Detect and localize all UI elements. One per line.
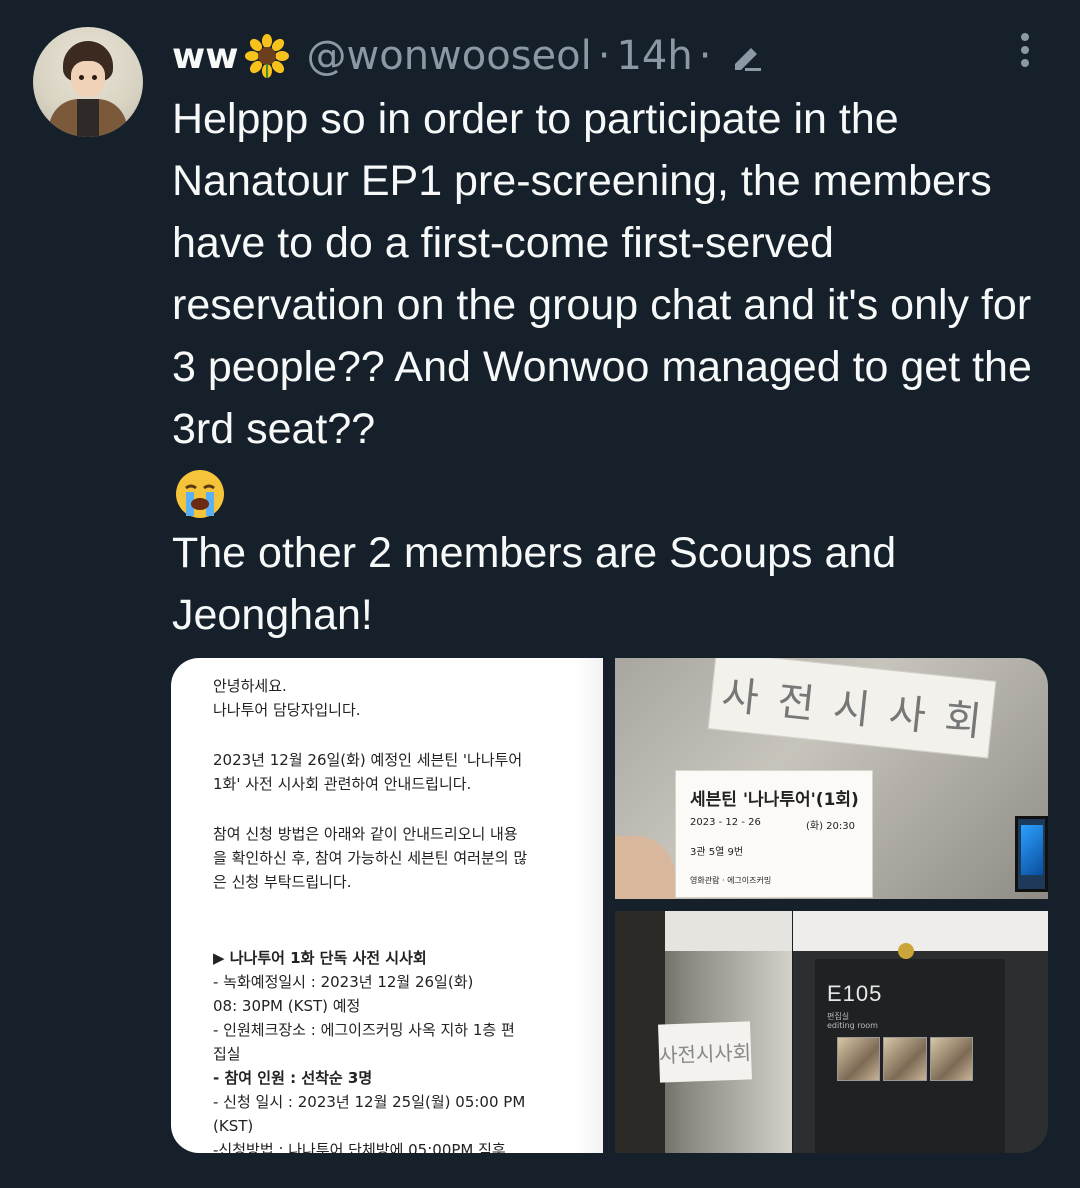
doc-section-title: ▶ 나나투어 1화 단독 사전 시사회 xyxy=(213,949,427,967)
media-grid[interactable]: 안녕하세요. 나나투어 담당자입니다. 2023년 12월 26일(화) 예정인… xyxy=(171,658,1048,1153)
doc-line: - 녹화예정일시 : 2023년 12월 26일(화) xyxy=(213,973,474,991)
tweet-text: Helppp so in order to participate in the… xyxy=(172,88,1052,646)
photo-hallway-sign[interactable]: 사 전 시 사 회 xyxy=(615,911,792,1153)
more-options-icon[interactable] xyxy=(1010,30,1040,70)
sign-char: 사 xyxy=(658,1042,678,1068)
doc-line: -신청방법 : 나나투어 단체방에 05:00PM 직후 xyxy=(213,1141,506,1153)
avatar-face xyxy=(71,61,105,97)
avatar[interactable] xyxy=(33,27,143,137)
doc-line: 1화' 사전 시사회 관련하여 안내드립니다. xyxy=(213,775,472,793)
finger xyxy=(615,836,675,899)
doc-line: 안녕하세요. xyxy=(213,677,287,695)
sign-char: 전 xyxy=(677,1041,697,1067)
sticker xyxy=(883,1037,927,1081)
doc-line: - 신청 일시 : 2023년 12월 25일(월) 05:00 PM xyxy=(213,1093,526,1111)
ceiling xyxy=(665,911,792,951)
tweet-text-paragraph: Helppp so in order to participate in the… xyxy=(172,95,1032,453)
sign-char: 사 xyxy=(886,690,928,740)
display-name[interactable]: ww xyxy=(172,36,239,77)
card-title: 세븐틴 '나나투어'(1회) xyxy=(690,790,859,810)
card-time: (화) 20:30 xyxy=(806,821,855,832)
document-text: 안녕하세요. 나나투어 담당자입니다. 2023년 12월 26일(화) 예정인… xyxy=(213,674,573,1153)
photo-ticket-card[interactable]: 사 전 시 사 회 세븐틴 '나나투어'(1회) 2023 - 12 - 26 … xyxy=(615,658,1048,899)
tweet-emoji-line xyxy=(172,460,1052,522)
avatar-eye xyxy=(79,75,84,80)
room-label-en: editing room xyxy=(827,1021,878,1030)
doc-line: - 참여 인원 : 선착순 3명 xyxy=(213,1069,373,1087)
sign-char: 전 xyxy=(775,678,817,728)
doc-line: 참여 신청 방법은 아래와 같이 안내드리오니 내용 xyxy=(213,825,518,843)
doc-line: 2023년 12월 26일(화) 예정인 세븐틴 '나나투어 xyxy=(213,751,523,769)
doc-line: 집실 xyxy=(213,1045,241,1063)
photo-stickers xyxy=(837,1037,973,1081)
sign-char: 사 xyxy=(719,672,761,723)
pre-screening-sign: 사 전 시 사 회 xyxy=(658,1021,752,1083)
timestamp[interactable]: 14h xyxy=(616,33,692,79)
doc-line: 은 신청 부탁드립니다. xyxy=(213,873,352,891)
sign-char: 회 xyxy=(732,1039,752,1065)
room-number: E105 xyxy=(827,981,883,1006)
sticker xyxy=(837,1037,881,1081)
sign-char: 사 xyxy=(713,1040,734,1066)
tweet-text-paragraph: The other 2 members are Scoups and Jeong… xyxy=(172,529,897,639)
doc-line: 08: 30PM (KST) 예정 xyxy=(213,997,361,1015)
doc-line: (KST) xyxy=(213,1117,254,1135)
edit-icon[interactable] xyxy=(729,38,765,74)
photo-document-screenshot[interactable]: 안녕하세요. 나나투어 담당자입니다. 2023년 12월 26일(화) 예정인… xyxy=(171,658,603,1153)
pre-screening-sign: 사 전 시 사 회 xyxy=(707,658,997,759)
monitor-screen xyxy=(1015,816,1048,892)
loudly-crying-face-icon xyxy=(172,466,228,522)
separator: · xyxy=(698,33,712,79)
pin-icon xyxy=(898,943,914,959)
sticker xyxy=(929,1037,973,1081)
doc-line: 나나투어 담당자입니다. xyxy=(213,701,361,719)
tweet-header: ww @wonwooseol · 14h · xyxy=(172,28,765,84)
separator: · xyxy=(597,33,611,79)
sign-char: 회 xyxy=(942,695,984,746)
card-date: 2023 - 12 - 26 xyxy=(690,817,761,828)
sunflower-icon xyxy=(244,34,289,78)
tweet[interactable]: ww @wonwooseol · 14h · Helppp so in orde… xyxy=(0,0,1080,1188)
card-footer: 영화관람 · 에그이즈커밍 xyxy=(690,876,772,885)
photo-editing-room-door[interactable]: E105 편집실 editing room xyxy=(793,911,1048,1153)
avatar-shirt xyxy=(77,99,99,137)
avatar-eye xyxy=(92,75,97,80)
ticket-card: 세븐틴 '나나투어'(1회) 2023 - 12 - 26 (화) 20:30 … xyxy=(675,770,873,898)
posted-paper xyxy=(793,911,1048,951)
handle[interactable]: @wonwooseol xyxy=(307,33,592,79)
sign-char: 시 xyxy=(830,684,873,734)
doc-line: - 인원체크장소 : 에그이즈커밍 사옥 지하 1층 편 xyxy=(213,1021,515,1039)
doc-line: 을 확인하신 후, 참여 가능하신 세븐틴 여러분의 많 xyxy=(213,849,528,867)
sign-char: 시 xyxy=(695,1041,715,1066)
card-seats: 3관 5열 9번 xyxy=(690,847,744,858)
